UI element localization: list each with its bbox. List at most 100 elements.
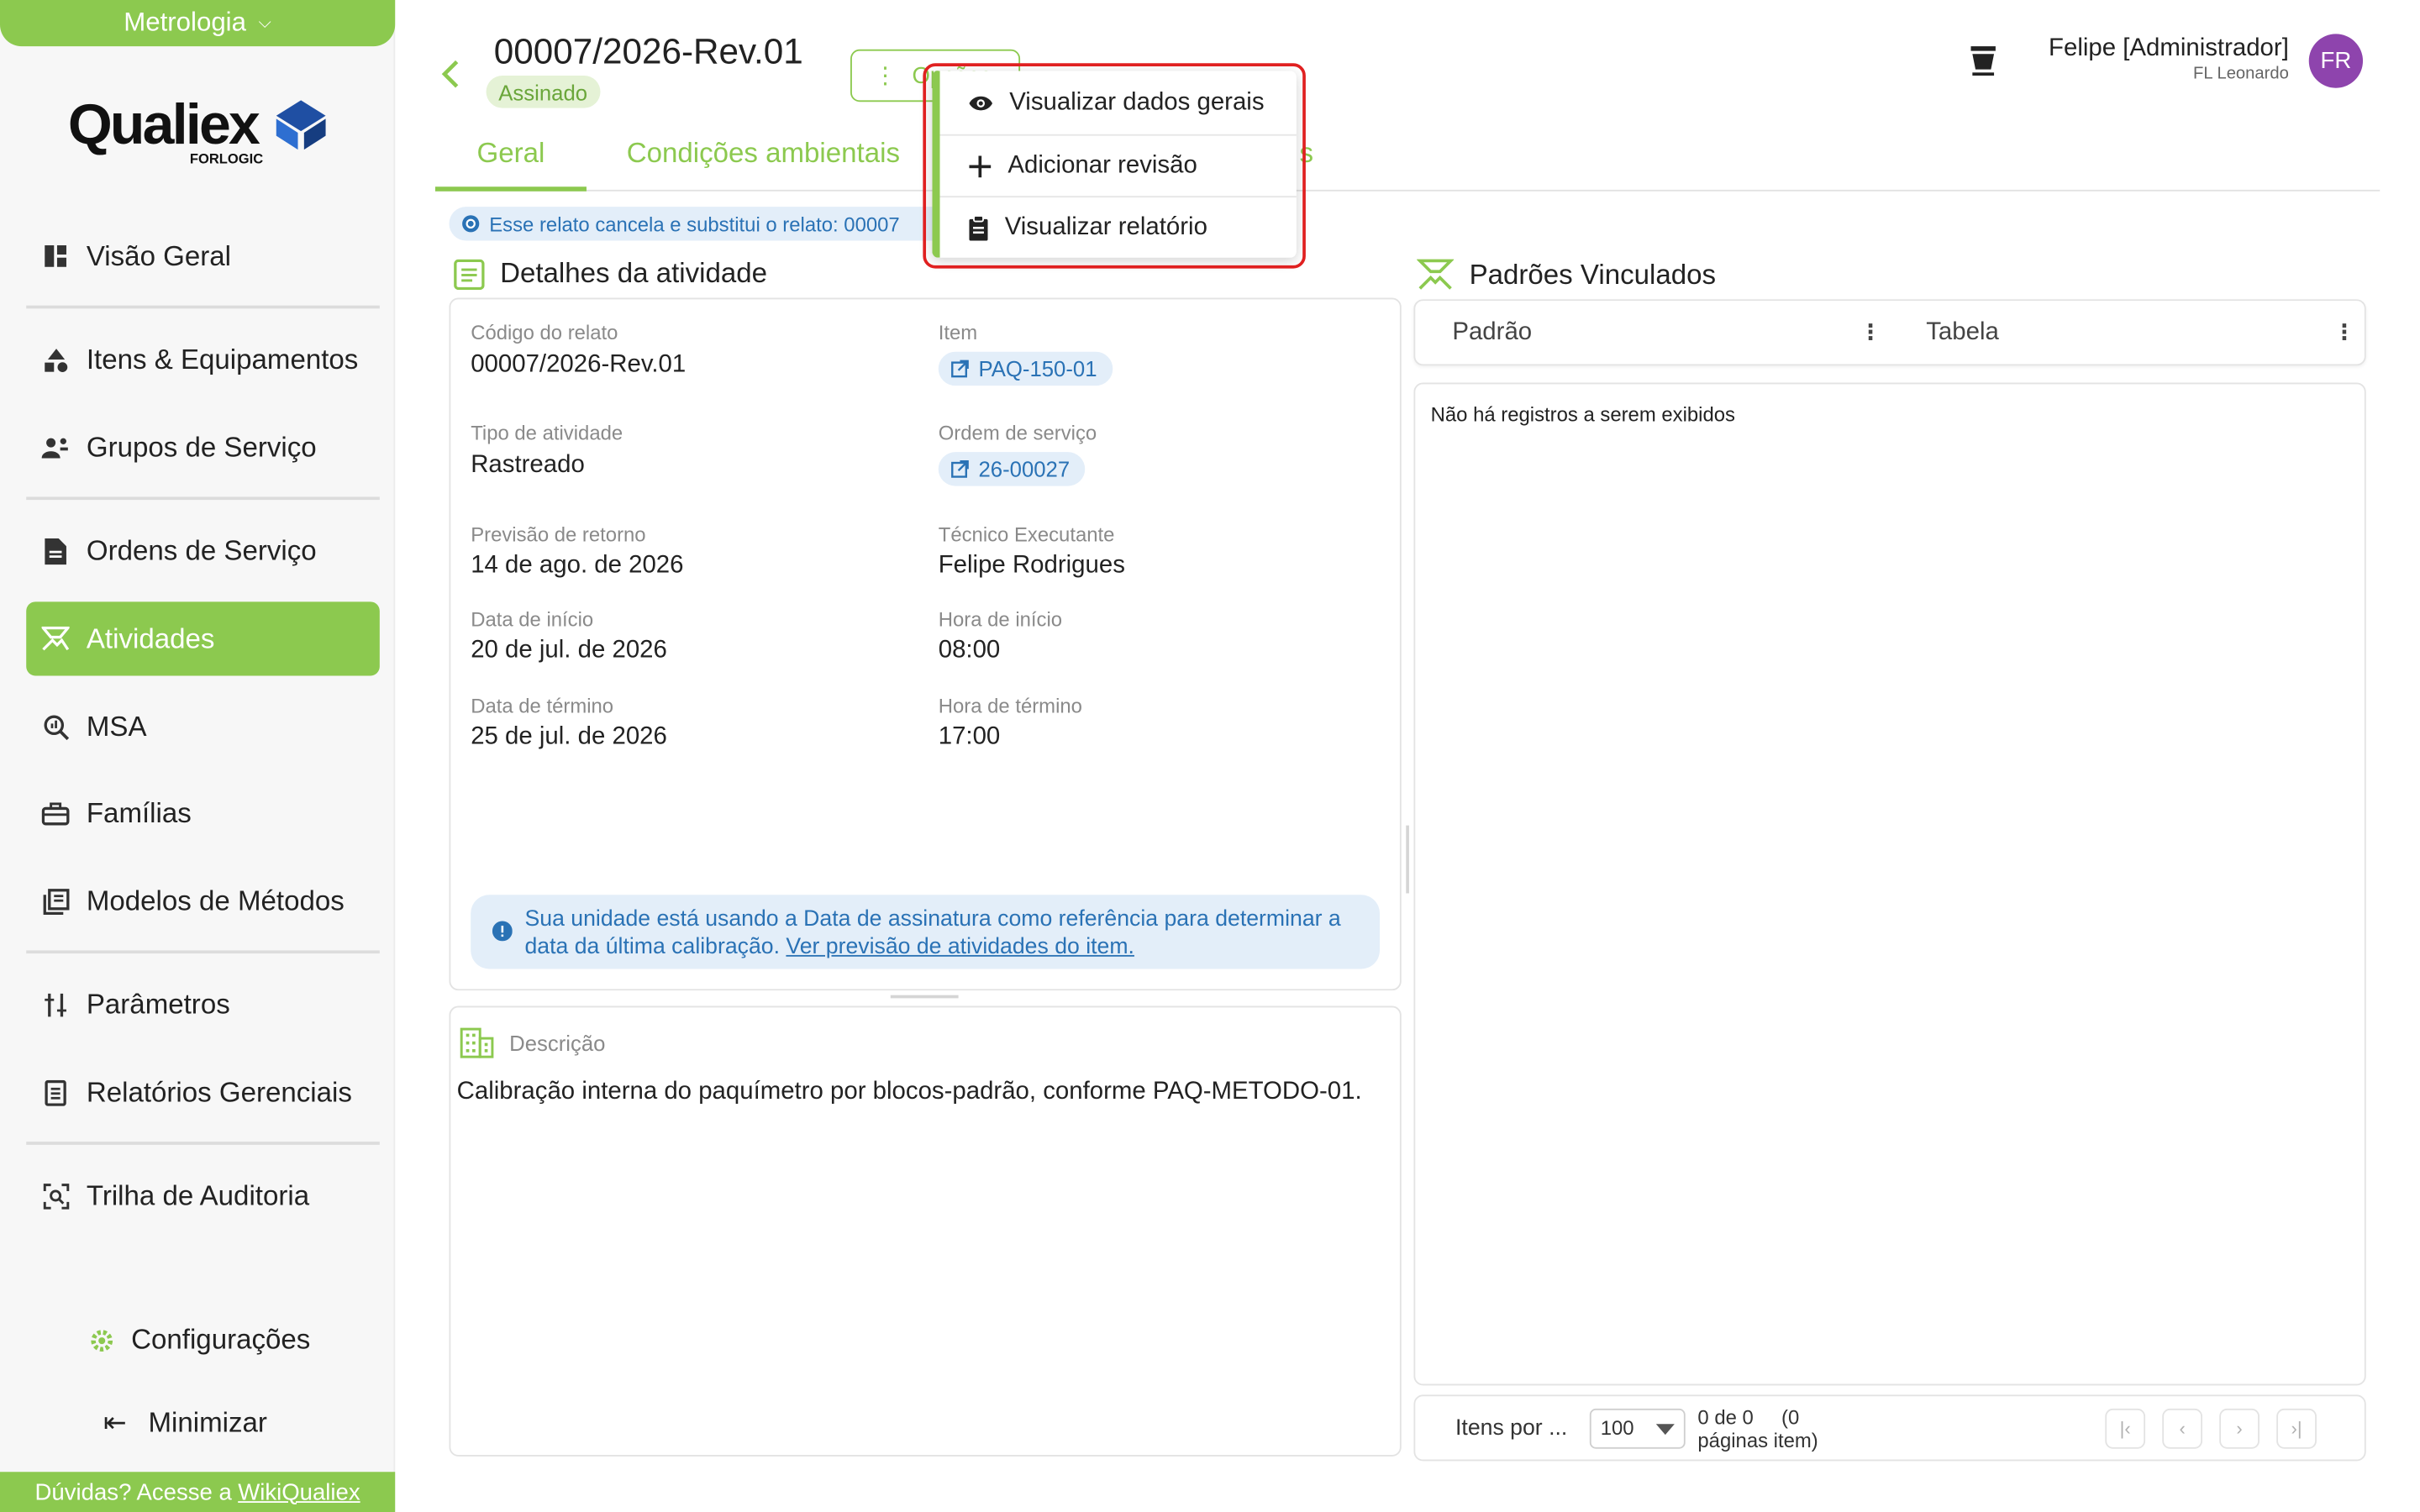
logo-word: Qualiex (67, 92, 260, 156)
activity-forecast-link[interactable]: Ver previsão de atividades do item. (786, 935, 1134, 959)
sidebar-item-familias[interactable]: Famílias (26, 776, 380, 850)
sidebar-item-label: Atividades (86, 622, 215, 654)
coffee-icon[interactable] (1965, 42, 2002, 87)
avatar[interactable]: FR (2308, 34, 2364, 88)
tab-condicoes-ambientais[interactable]: Condições ambientais (627, 137, 900, 170)
page-size-value: 100 (1600, 1416, 1634, 1440)
divider (26, 305, 380, 309)
last-page-icon: ›| (2291, 1417, 2302, 1440)
sidebar-item-grupos-servico[interactable]: Grupos de Serviço (26, 411, 380, 485)
field-value: 20 de jul. de 2026 (471, 637, 667, 664)
sidebar-item-msa[interactable]: MSA (26, 690, 380, 764)
pagination-info: 0 de 0 (0 páginas item) (1697, 1405, 1852, 1452)
chevron-right-icon: › (2236, 1417, 2243, 1440)
pagination-range-extra: (0 (1781, 1405, 1800, 1429)
field-value: 00007/2026-Rev.01 (471, 351, 687, 378)
info-icon (492, 921, 513, 942)
details-title: Detalhes da atividade (500, 257, 768, 289)
replacement-note: Esse relato cancela e substitui o relato… (449, 207, 959, 241)
caret-down-icon (1655, 1424, 1675, 1436)
sidebar-item-atividades[interactable]: Atividades (26, 601, 380, 676)
divider (26, 496, 380, 501)
qualiex-logo: Qualiex FORLOGIC (68, 92, 330, 173)
field-label: Item (938, 321, 978, 344)
column-header-tabela[interactable]: Tabela (1926, 319, 1999, 347)
replacement-text: Esse relato cancela e substitui o relato… (489, 212, 900, 236)
chevron-down-icon: ⌵ (258, 13, 272, 32)
highlight-box (923, 63, 1306, 269)
module-label: Metrologia (124, 8, 246, 38)
sidebar-item-parametros[interactable]: Parâmetros (26, 968, 380, 1042)
last-page-button[interactable]: ›| (2276, 1408, 2317, 1449)
sidebar-item-visao-geral[interactable]: Visão Geral (26, 219, 380, 293)
settings-button[interactable]: Configurações (88, 1324, 311, 1357)
field-label: Data de início (471, 607, 594, 632)
sidebar: Metrologia ⌵ Qualiex FORLOGIC Visão Gera… (0, 0, 396, 1512)
sidebar-item-label: Ordens de Serviço (86, 534, 317, 566)
service-order-link-chip[interactable]: 26-00027 (938, 452, 1086, 486)
field-value: 08:00 (938, 637, 1001, 664)
standards-table-body: Não há registros a serem exibidos (1413, 382, 2366, 1386)
page-size-label: Itens por ... (1455, 1416, 1568, 1441)
field-label: Técnico Executante (938, 522, 1115, 547)
sidebar-item-label: MSA (86, 710, 147, 742)
back-arrow-icon[interactable] (439, 59, 463, 99)
help-prefix: Dúvidas? Acesse a (34, 1478, 232, 1505)
first-page-button[interactable]: |‹ (2105, 1408, 2146, 1449)
next-page-button[interactable]: › (2219, 1408, 2260, 1449)
sidebar-item-label: Modelos de Métodos (86, 885, 345, 916)
refresh-icon (462, 215, 480, 233)
resize-handle[interactable] (890, 995, 959, 999)
field-value: Felipe Rodrigues (938, 552, 1125, 579)
sidebar-item-trilha-auditoria[interactable]: Trilha de Auditoria (26, 1158, 380, 1232)
tab-geral[interactable]: Geral (477, 137, 545, 170)
status-badge: Assinado (486, 75, 600, 108)
sidebar-item-label: Itens & Equipamentos (86, 343, 359, 375)
column-header-padrao[interactable]: Padrão (1452, 319, 1532, 347)
minimize-button[interactable]: ⇤ Minimizar (103, 1407, 267, 1440)
field-value: 14 de ago. de 2026 (471, 552, 684, 579)
sidebar-item-label: Parâmetros (86, 988, 230, 1020)
description-label: Descrição (509, 1030, 606, 1056)
description-text: Calibração interna do paquímetro por blo… (456, 1078, 1362, 1105)
gear-icon (91, 1329, 113, 1352)
field-value: 17:00 (938, 723, 1001, 750)
item-link-label: PAQ-150-01 (978, 356, 1097, 381)
divider (26, 950, 380, 954)
external-link-icon (951, 459, 969, 478)
item-link-chip[interactable]: PAQ-150-01 (938, 351, 1113, 386)
toolbox-icon (40, 798, 71, 829)
resize-handle[interactable] (1406, 825, 1409, 894)
standards-title: Padrões Vinculados (1469, 258, 1717, 290)
activity-icon (40, 623, 71, 654)
report-icon (40, 1077, 71, 1108)
sidebar-item-ordens-servico[interactable]: Ordens de Serviço (26, 514, 380, 588)
document-icon (40, 535, 71, 566)
prev-page-button[interactable]: ‹ (2162, 1408, 2203, 1449)
sidebar-item-label: Famílias (86, 796, 192, 828)
chevron-left-icon: ‹ (2179, 1417, 2186, 1440)
wiki-link[interactable]: WikiQualiex (238, 1479, 360, 1505)
column-menu-icon[interactable]: ⋮ (1860, 319, 1881, 345)
module-selector[interactable]: Metrologia ⌵ (0, 0, 396, 47)
search-analysis-icon (40, 711, 71, 743)
description-header: Descrição (460, 1027, 605, 1058)
sidebar-item-itens-equipamentos[interactable]: Itens & Equipamentos (26, 323, 380, 396)
empty-state-message: Não há registros a serem exibidos (1430, 402, 1735, 426)
sidebar-item-label: Relatórios Gerenciais (86, 1076, 352, 1107)
active-tab-indicator (434, 186, 587, 192)
page-size-select[interactable]: 100 (1589, 1408, 1686, 1449)
user-name[interactable]: Felipe [Administrador] (2049, 35, 2289, 63)
kebab-icon: ⋮ (873, 63, 897, 90)
logo-sub: FORLOGIC (189, 150, 264, 167)
sidebar-item-relatorios-gerenciais[interactable]: Relatórios Gerenciais (26, 1055, 380, 1129)
field-label: Código do relato (471, 321, 618, 344)
field-label: Hora de término (938, 694, 1082, 718)
column-menu-icon[interactable]: ⋮ (2333, 319, 2355, 345)
sort-numeric-icon (40, 989, 71, 1020)
description-card (449, 1005, 1402, 1457)
pagination-range: 0 de 0 (1697, 1405, 1754, 1429)
sidebar-item-label: Trilha de Auditoria (86, 1179, 310, 1210)
field-label: Ordem de serviço (938, 421, 1097, 444)
sidebar-item-modelos-metodos[interactable]: Modelos de Métodos (26, 864, 380, 938)
